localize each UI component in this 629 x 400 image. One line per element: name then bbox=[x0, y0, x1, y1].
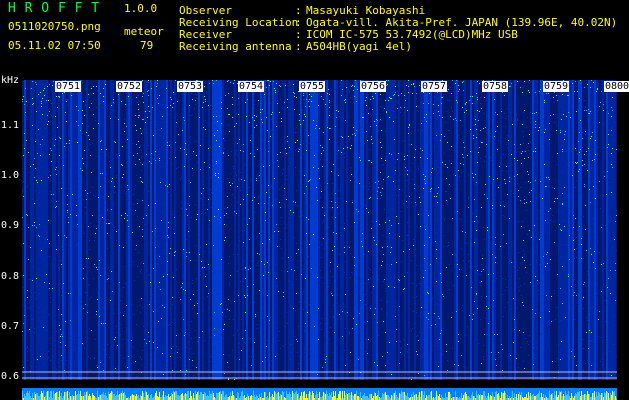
meteor-count: 79 bbox=[140, 39, 154, 52]
version-label: 1.0.0 bbox=[124, 2, 158, 15]
observer-sep: : bbox=[295, 4, 302, 17]
observer-value: Masayuki Kobayashi bbox=[306, 4, 426, 17]
antenna-sep: : bbox=[295, 40, 302, 53]
timestamp-label: 05.11.02 07:50 bbox=[8, 39, 101, 52]
location-label: Receiving Location bbox=[179, 16, 299, 29]
receiver-label: Receiver bbox=[179, 28, 232, 41]
amplitude-strip bbox=[22, 388, 617, 400]
time-tick-0753: 0753 bbox=[177, 81, 204, 92]
freq-tick-0.7: 0.7 bbox=[1, 320, 20, 332]
receiver-value: ICOM IC-575 53.7492(@LCD)MHz USB bbox=[306, 28, 518, 41]
spectrogram-plot bbox=[22, 80, 617, 380]
time-tick-0752: 0752 bbox=[116, 81, 143, 92]
antenna-value: A504HB(yagi 4el) bbox=[306, 40, 412, 53]
time-tick-0756: 0756 bbox=[360, 81, 387, 92]
location-value: Ogata-vill. Akita-Pref. JAPAN (139.96E, … bbox=[306, 16, 618, 29]
observer-label: Observer bbox=[179, 4, 232, 17]
filename-label: 0511020750.png bbox=[8, 20, 101, 33]
receiver-sep: : bbox=[295, 28, 302, 41]
time-tick-0754: 0754 bbox=[238, 81, 265, 92]
time-tick-0758: 0758 bbox=[482, 81, 509, 92]
location-sep: : bbox=[295, 16, 302, 29]
hroft-window: H R O F F T 1.0.0 0511020750.png meteor … bbox=[0, 0, 629, 400]
freq-tick-1.1: 1.1 bbox=[1, 120, 20, 131]
freq-tick-0.6: 0.6 bbox=[1, 371, 20, 382]
freq-tick-0.9: 0.9 bbox=[1, 220, 20, 232]
time-tick-0800: 0800 bbox=[604, 81, 629, 92]
app-title: H R O F F T bbox=[8, 1, 100, 16]
time-tick-0751: 0751 bbox=[55, 81, 82, 92]
time-tick-0757: 0757 bbox=[421, 81, 448, 92]
freq-tick-0.8: 0.8 bbox=[1, 270, 20, 282]
spectrogram-canvas bbox=[22, 80, 617, 380]
freq-tick-1.0: 1.0 bbox=[1, 170, 20, 182]
meteor-label: meteor bbox=[124, 25, 164, 38]
antenna-label: Receiving antenna bbox=[179, 40, 292, 53]
time-tick-0759: 0759 bbox=[543, 81, 570, 92]
y-axis-unit: kHz bbox=[1, 75, 20, 86]
time-tick-0755: 0755 bbox=[299, 81, 326, 92]
